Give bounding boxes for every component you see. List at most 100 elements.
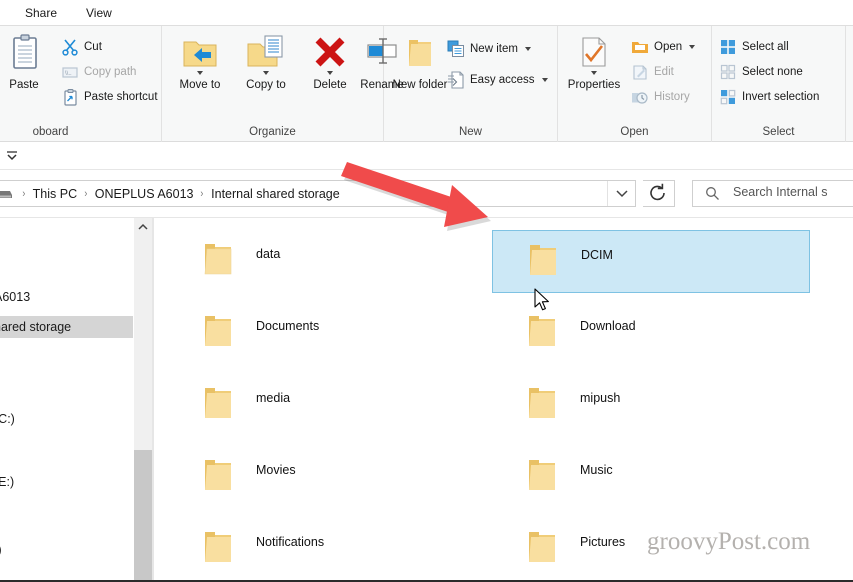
chevron-down-icon[interactable] <box>196 71 203 75</box>
file-item-label: Movies <box>256 463 296 477</box>
file-explorer-window: Share View Paste Cut \\.. Copy path Past… <box>0 0 853 582</box>
select-all-icon <box>719 38 737 56</box>
ribbon-group-new: New folder New item Easy access New <box>384 26 558 142</box>
nav-item-internal-shared-storage[interactable]: hared storage <box>0 316 133 338</box>
chevron-down-icon[interactable] <box>326 71 333 75</box>
select-none-icon <box>719 63 737 81</box>
scrollbar-thumb[interactable] <box>134 450 152 580</box>
delete-button[interactable]: Delete <box>302 34 358 92</box>
nav-item-6[interactable]: :) <box>0 539 133 561</box>
select-all-button-label: Select all <box>742 41 789 53</box>
ribbon-group-new-label: New <box>458 126 482 138</box>
history-clock-icon <box>631 88 649 106</box>
nav-item-label: hared storage <box>0 320 72 334</box>
file-item-label: mipush <box>580 391 621 405</box>
scissors-icon <box>61 38 79 56</box>
tab-view[interactable]: View <box>77 3 121 23</box>
easy-access-button-label: Easy access <box>470 74 535 86</box>
new-folder-button[interactable]: New folder <box>392 34 448 92</box>
folder-icon <box>196 453 240 497</box>
ribbon-group-open: Properties Open Edit History Open <box>558 26 712 142</box>
file-item-mipush[interactable]: mipush <box>492 374 810 437</box>
paste-button[interactable]: Paste <box>0 34 52 92</box>
nav-item-7[interactable]: s <box>0 570 133 580</box>
paste-shortcut-icon <box>61 88 79 106</box>
refresh-button[interactable] <box>643 180 675 207</box>
breadcrumb-item-this-pc[interactable]: This PC <box>29 187 81 201</box>
file-item-label: Download <box>580 319 636 333</box>
cut-button[interactable]: Cut <box>60 36 102 58</box>
file-item-notifications[interactable]: Notifications <box>168 518 486 580</box>
file-item-dcim[interactable]: DCIM <box>492 230 810 293</box>
file-item-movies[interactable]: Movies <box>168 446 486 509</box>
copy-to-button[interactable]: Copy to <box>238 34 294 92</box>
invert-selection-button[interactable]: Invert selection <box>718 86 819 108</box>
folder-icon <box>196 381 240 425</box>
nav-item-oneplus-a6013[interactable]: A6013 <box>0 286 133 308</box>
breadcrumb-item-internal-storage[interactable]: Internal shared storage <box>207 187 344 201</box>
edit-button[interactable]: Edit <box>630 61 674 83</box>
open-button-label: Open <box>654 41 683 53</box>
ribbon-tabstrip: Share View <box>0 0 853 26</box>
scroll-up-icon[interactable] <box>134 218 152 236</box>
history-button-label: History <box>654 91 690 103</box>
file-item-documents[interactable]: Documents <box>168 302 486 365</box>
open-folder-icon <box>631 38 649 56</box>
nav-item-label: (C:) <box>0 412 15 426</box>
copy-path-button[interactable]: \\.. Copy path <box>60 61 136 83</box>
nav-item-5[interactable]: ) <box>0 505 133 527</box>
address-dropdown-button[interactable] <box>607 181 635 206</box>
breadcrumb-separator: › <box>22 187 26 200</box>
select-none-button[interactable]: Select none <box>718 61 803 83</box>
new-item-button[interactable]: New item <box>446 38 532 60</box>
file-item-data[interactable]: data <box>168 230 486 293</box>
new-folder-icon <box>392 34 448 76</box>
properties-button[interactable]: Properties <box>560 34 628 92</box>
paste-shortcut-button[interactable]: Paste shortcut <box>60 86 158 108</box>
address-path-box[interactable]: › This PC › ONEPLUS A6013 › Internal sha… <box>0 180 636 207</box>
easy-access-icon <box>447 71 465 89</box>
file-item-music[interactable]: Music <box>492 446 810 509</box>
paste-button-label: Paste <box>9 79 39 91</box>
tab-share[interactable]: Share <box>16 3 66 23</box>
file-item-label: Music <box>580 463 613 477</box>
file-item-label: Notifications <box>256 535 325 549</box>
collapse-ribbon-icon[interactable] <box>4 148 20 164</box>
edit-pencil-icon <box>631 63 649 81</box>
ribbon-group-clipboard: Paste Cut \\.. Copy path Paste shortcut … <box>0 26 162 142</box>
chevron-down-icon[interactable] <box>262 71 269 75</box>
select-all-button[interactable]: Select all <box>718 36 789 58</box>
search-icon <box>705 186 720 201</box>
folder-icon <box>520 309 564 353</box>
file-item-download[interactable]: Download <box>492 302 810 365</box>
nav-item-0[interactable]: s <box>0 218 133 240</box>
chevron-down-icon[interactable] <box>525 46 532 51</box>
folder-icon <box>196 309 240 353</box>
breadcrumb-item-oneplus[interactable]: ONEPLUS A6013 <box>91 187 198 201</box>
select-none-button-label: Select none <box>742 66 803 78</box>
nav-item-drive-e[interactable]: (E:) <box>0 471 133 493</box>
properties-button-label: Properties <box>567 79 621 91</box>
nav-item-local-disk-c[interactable]: (C:) <box>0 408 133 430</box>
new-item-button-label: New item <box>470 43 518 55</box>
search-box[interactable]: Search Internal s <box>692 180 853 207</box>
delete-x-icon <box>302 34 358 76</box>
ribbon-group-organize-label: Organize <box>249 126 296 138</box>
nav-pane-scrollbar[interactable] <box>134 218 152 580</box>
move-to-button[interactable]: Move to <box>172 34 228 92</box>
file-item-label: Pictures <box>580 535 626 549</box>
new-folder-button-label: New folder <box>392 79 448 91</box>
chevron-down-icon[interactable] <box>689 44 696 49</box>
easy-access-button[interactable]: Easy access <box>446 69 548 91</box>
chevron-down-icon[interactable] <box>541 77 548 82</box>
open-button[interactable]: Open <box>630 36 696 58</box>
history-button[interactable]: History <box>630 86 690 108</box>
address-bar: › This PC › ONEPLUS A6013 › Internal sha… <box>0 170 853 218</box>
file-item-media[interactable]: media <box>168 374 486 437</box>
search-input[interactable]: Search Internal s <box>733 185 828 199</box>
folder-icon <box>521 238 565 282</box>
ribbon-group-organize: Move to Copy to Delete Rename Organize <box>162 26 404 142</box>
nav-item-label: (E:) <box>0 475 15 489</box>
chevron-down-icon[interactable] <box>590 71 597 75</box>
folder-icon <box>196 525 240 569</box>
